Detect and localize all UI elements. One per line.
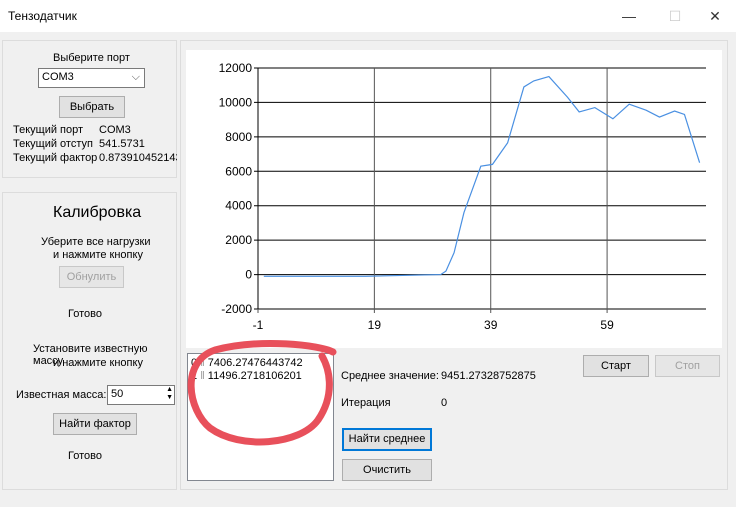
mass-label: Известная масса: — [16, 389, 107, 401]
y-tick-label: 6000 — [225, 164, 252, 178]
y-tick-label: 4000 — [225, 199, 252, 213]
values-list[interactable]: 0 ‖ 7406.27476443742 1 ‖ 11496.271810620… — [187, 353, 334, 481]
list-value: 11496.2718106201 — [207, 370, 302, 382]
current-offset-value: 541.5731 — [99, 138, 145, 150]
average-label: Среднее значение: — [341, 370, 439, 382]
window-title: Тензодатчик — [8, 9, 77, 23]
port-group: Выберите порт COM3 ⌵ Выбрать Текущий пор… — [2, 40, 177, 178]
y-tick-label: 10000 — [219, 95, 253, 109]
chart-svg: 12000 10000 8000 6000 4000 2000 0 -2000-1 19 39 59 — [219, 61, 706, 332]
x-tick-label: 59 — [600, 318, 614, 332]
list-item[interactable]: 1 ‖ 11496.2718106201 — [191, 370, 302, 382]
maximize-button[interactable]: ☐ — [660, 4, 690, 28]
calibration-title: Калибровка — [53, 204, 142, 221]
iteration-label: Итерация — [341, 397, 391, 409]
x-tick-label: -1 — [253, 318, 264, 332]
step1-text-2: и нажмите кнопку — [53, 249, 143, 261]
port-label: Выберите порт — [53, 52, 130, 64]
spin-arrows-icon[interactable]: ▲ ▼ — [166, 386, 173, 402]
select-port-button[interactable]: Выбрать — [59, 96, 125, 118]
step1-text: Уберите все нагрузки — [41, 236, 151, 248]
title-bar: Тензодатчик — ☐ ✕ — [0, 0, 736, 32]
stop-button[interactable]: Стоп — [655, 355, 720, 377]
calibration-group: Калибровка Уберите все нагрузки и нажмит… — [2, 192, 177, 490]
y-tick-label: 8000 — [225, 130, 252, 144]
current-port-value: COM3 — [99, 124, 131, 136]
iteration-value: 0 — [441, 397, 448, 409]
port-select[interactable]: COM3 ⌵ — [38, 68, 145, 88]
average-value: 9451.27328752875 — [441, 370, 536, 382]
close-button[interactable]: ✕ — [700, 4, 730, 28]
y-tick-label: 0 — [245, 268, 252, 282]
x-tick-label: 39 — [484, 318, 498, 332]
chart: 12000 10000 8000 6000 4000 2000 0 -2000 -1 19 39 59 — [186, 50, 722, 348]
zero-button[interactable]: Обнулить — [59, 266, 124, 288]
mass-stepper[interactable]: 50 ▲ ▼ — [107, 385, 175, 405]
status-factor: Готово — [68, 450, 102, 462]
find-factor-button[interactable]: Найти фактор — [53, 413, 137, 435]
y-tick-label: 2000 — [225, 233, 252, 247]
mass-value: 50 — [111, 388, 124, 400]
y-tick-label: -2000 — [221, 302, 252, 316]
current-factor-value: 0.8739104521437 — [99, 152, 177, 164]
port-selected: COM3 — [42, 71, 74, 83]
series-line — [263, 75, 701, 277]
status-zero: Готово — [68, 308, 102, 320]
step2-text-2: и нажмите кнопку — [53, 357, 143, 369]
clear-button[interactable]: Очистить — [342, 459, 432, 481]
x-tick-label: 19 — [368, 318, 382, 332]
chevron-down-icon: ⌵ — [131, 71, 140, 83]
list-index: 0 — [191, 357, 198, 369]
list-value: 7406.27476443742 — [207, 357, 303, 369]
minimize-button[interactable]: — — [614, 4, 644, 28]
list-index: 1 — [191, 370, 198, 382]
find-average-button[interactable]: Найти среднее — [342, 428, 432, 451]
start-button[interactable]: Старт — [583, 355, 649, 377]
list-item[interactable]: 0 ‖ 7406.27476443742 — [191, 357, 303, 369]
current-factor-label: Текущий фактор — [13, 152, 98, 164]
y-tick-label: 12000 — [219, 61, 253, 75]
current-offset-label: Текущий отступ — [13, 138, 93, 150]
current-port-label: Текущий порт — [13, 124, 84, 136]
